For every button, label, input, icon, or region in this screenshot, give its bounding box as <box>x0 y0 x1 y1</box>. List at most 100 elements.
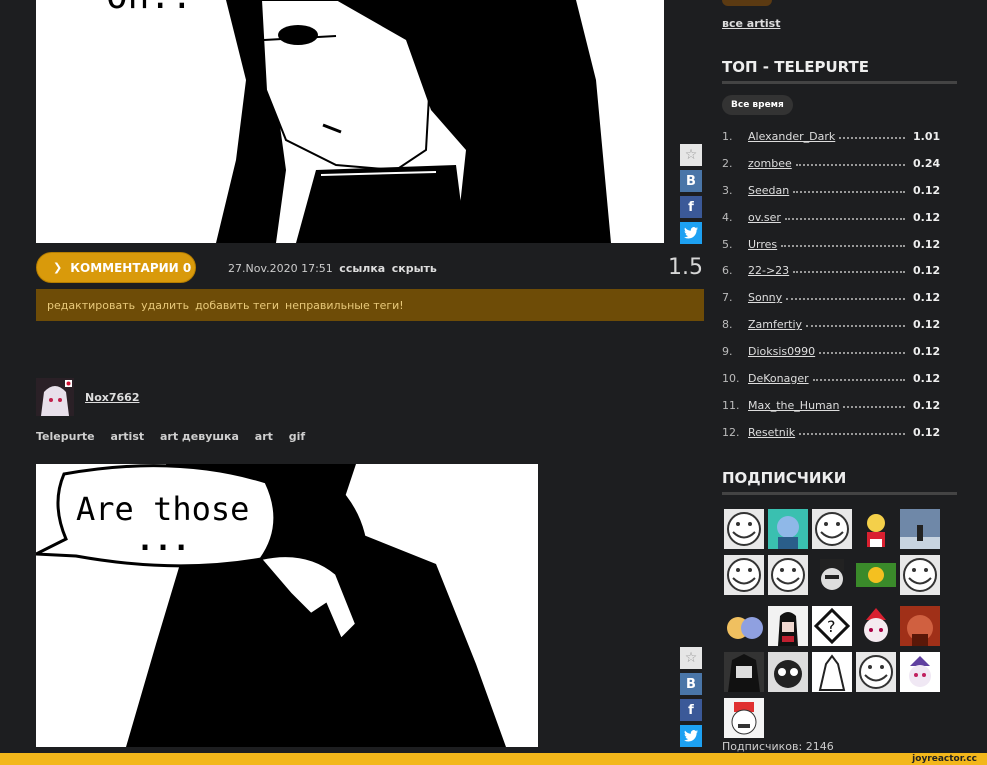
subscribers-title: ПОДПИСЧИКИ <box>722 469 957 495</box>
facebook-share-icon[interactable]: f <box>680 196 702 218</box>
share-column-1: ☆ B f <box>680 144 702 248</box>
edit-bar: редактировать удалить добавить теги непр… <box>36 289 704 321</box>
top-user-link[interactable]: Dioksis0990 <box>748 345 815 358</box>
favorite-star-icon[interactable]: ☆ <box>680 647 702 669</box>
add-tags-link[interactable]: добавить теги <box>195 299 279 312</box>
rank: 4. <box>722 210 733 224</box>
top-value: 0.12 <box>913 345 941 359</box>
tag-link[interactable]: art <box>255 430 273 443</box>
rank: 10. <box>722 372 740 386</box>
subscriber-avatar[interactable] <box>768 555 808 595</box>
post-rating: 1.5 <box>668 255 703 280</box>
leader-dots <box>799 426 905 435</box>
top-value: 0.12 <box>913 210 941 224</box>
username-link[interactable]: Nox7662 <box>85 391 139 404</box>
top-user-link[interactable]: Resetnik <box>748 426 795 439</box>
top-value: 0.12 <box>913 291 941 305</box>
rank: 2. <box>722 156 733 170</box>
top-list: 1. Alexander_Dark 1.01 2. zombee 0.24 3. Seed… <box>722 130 957 453</box>
leader-dots <box>781 238 905 247</box>
leader-dots <box>786 291 905 301</box>
rank: 1. <box>722 130 733 143</box>
tag-link[interactable]: Telepurte <box>36 430 95 443</box>
top-user-link[interactable]: Max_the_Human <box>748 399 839 412</box>
tag-list: Telepurte artist art девушка art gif <box>36 430 317 443</box>
subscriber-avatar[interactable] <box>856 509 896 549</box>
top-user-link[interactable]: ov.ser <box>748 211 781 224</box>
subscriber-avatar[interactable] <box>900 555 940 595</box>
subscriber-avatar[interactable] <box>724 555 764 595</box>
subscriber-avatar[interactable] <box>856 606 896 646</box>
top-user-link[interactable]: Alexander_Dark <box>748 130 835 143</box>
leader-dots <box>843 399 905 408</box>
comments-label: КОММЕНТАРИИ 0 <box>70 260 192 275</box>
subscriber-avatar[interactable] <box>856 652 896 692</box>
leader-dots <box>795 157 905 166</box>
comments-button[interactable]: ❯ КОММЕНТАРИИ 0 <box>36 252 196 283</box>
top-user-link[interactable]: Seedan <box>748 184 789 197</box>
time-filter-button[interactable]: Все время <box>722 95 793 115</box>
all-artist-link[interactable]: все artist <box>722 17 780 30</box>
top-value: 0.12 <box>913 372 941 386</box>
post-image-1[interactable]: Oh.. <box>36 0 664 243</box>
rank: 3. <box>722 183 733 197</box>
hide-link[interactable]: скрыть <box>392 262 437 275</box>
subscriber-avatar[interactable] <box>812 509 852 549</box>
subscriber-avatar[interactable] <box>724 509 764 549</box>
top-value: 0.12 <box>913 398 941 412</box>
avatar[interactable] <box>36 378 74 416</box>
top-row: 6. 22->23 0.12 <box>722 264 957 291</box>
subscriber-avatar[interactable] <box>724 652 764 692</box>
post-image-2[interactable]: Are those ... <box>36 464 538 747</box>
rank: 6. <box>722 264 733 278</box>
svg-text:?: ? <box>827 617 836 636</box>
delete-link[interactable]: удалить <box>141 299 189 312</box>
top-row: 8. Zamfertiy 0.12 <box>722 318 957 345</box>
speech-dots: ... <box>136 523 190 558</box>
subscriber-avatar[interactable] <box>724 698 764 738</box>
rank: 9. <box>722 345 733 359</box>
wrong-tags-link[interactable]: неправильные теги! <box>285 299 404 312</box>
subscriber-avatar[interactable] <box>856 563 896 587</box>
twitter-share-icon[interactable] <box>680 222 702 244</box>
top-user-link[interactable]: 22->23 <box>748 264 789 277</box>
top-user-link[interactable]: Zamfertiy <box>748 318 802 331</box>
tag-link[interactable]: art девушка <box>160 430 239 443</box>
twitter-share-icon[interactable] <box>680 725 702 747</box>
sidebar-top-image <box>722 0 772 6</box>
subscriber-avatar[interactable] <box>900 509 940 549</box>
rank: 11. <box>722 398 740 412</box>
top-row: 9. Dioksis0990 0.12 <box>722 345 957 372</box>
top-user-link[interactable]: zombee <box>748 157 792 170</box>
subscriber-avatar[interactable] <box>900 606 940 646</box>
subscriber-avatar[interactable] <box>768 509 808 549</box>
subscriber-avatar[interactable] <box>768 652 808 692</box>
favorite-star-icon[interactable]: ☆ <box>680 144 702 166</box>
vk-share-icon[interactable]: B <box>680 170 702 192</box>
top-user-link[interactable]: Sonny <box>748 291 782 304</box>
vk-share-icon[interactable]: B <box>680 673 702 695</box>
subscriber-avatar[interactable]: ? <box>812 606 852 646</box>
rank: 12. <box>722 425 740 439</box>
subscriber-avatar[interactable] <box>812 652 852 692</box>
share-column-2: ☆ B f <box>680 647 702 751</box>
top-row: 10. DeKonager 0.12 <box>722 372 957 399</box>
post-link[interactable]: ссылка <box>339 262 385 275</box>
edit-link[interactable]: редактировать <box>47 299 135 312</box>
subscriber-avatar[interactable] <box>768 606 808 646</box>
tag-link[interactable]: artist <box>110 430 144 443</box>
subscriber-avatar[interactable] <box>812 555 852 595</box>
subscriber-avatar[interactable] <box>900 652 940 692</box>
footer-bar: joyreactor.cc <box>0 753 987 765</box>
site-brand[interactable]: joyreactor.cc <box>912 753 977 765</box>
subscriber-avatar[interactable] <box>724 606 764 646</box>
top-row: 1. Alexander_Dark 1.01 <box>722 130 957 157</box>
top-user-link[interactable]: DeKonager <box>748 372 809 385</box>
leader-dots <box>819 345 905 355</box>
top-row: 12. Resetnik 0.12 <box>722 426 957 453</box>
tag-link[interactable]: gif <box>289 430 305 443</box>
top-value: 1.01 <box>913 130 941 143</box>
facebook-share-icon[interactable]: f <box>680 699 702 721</box>
top-user-link[interactable]: Urres <box>748 238 777 251</box>
post-date: 27.Nov.2020 17:51 <box>228 262 333 275</box>
